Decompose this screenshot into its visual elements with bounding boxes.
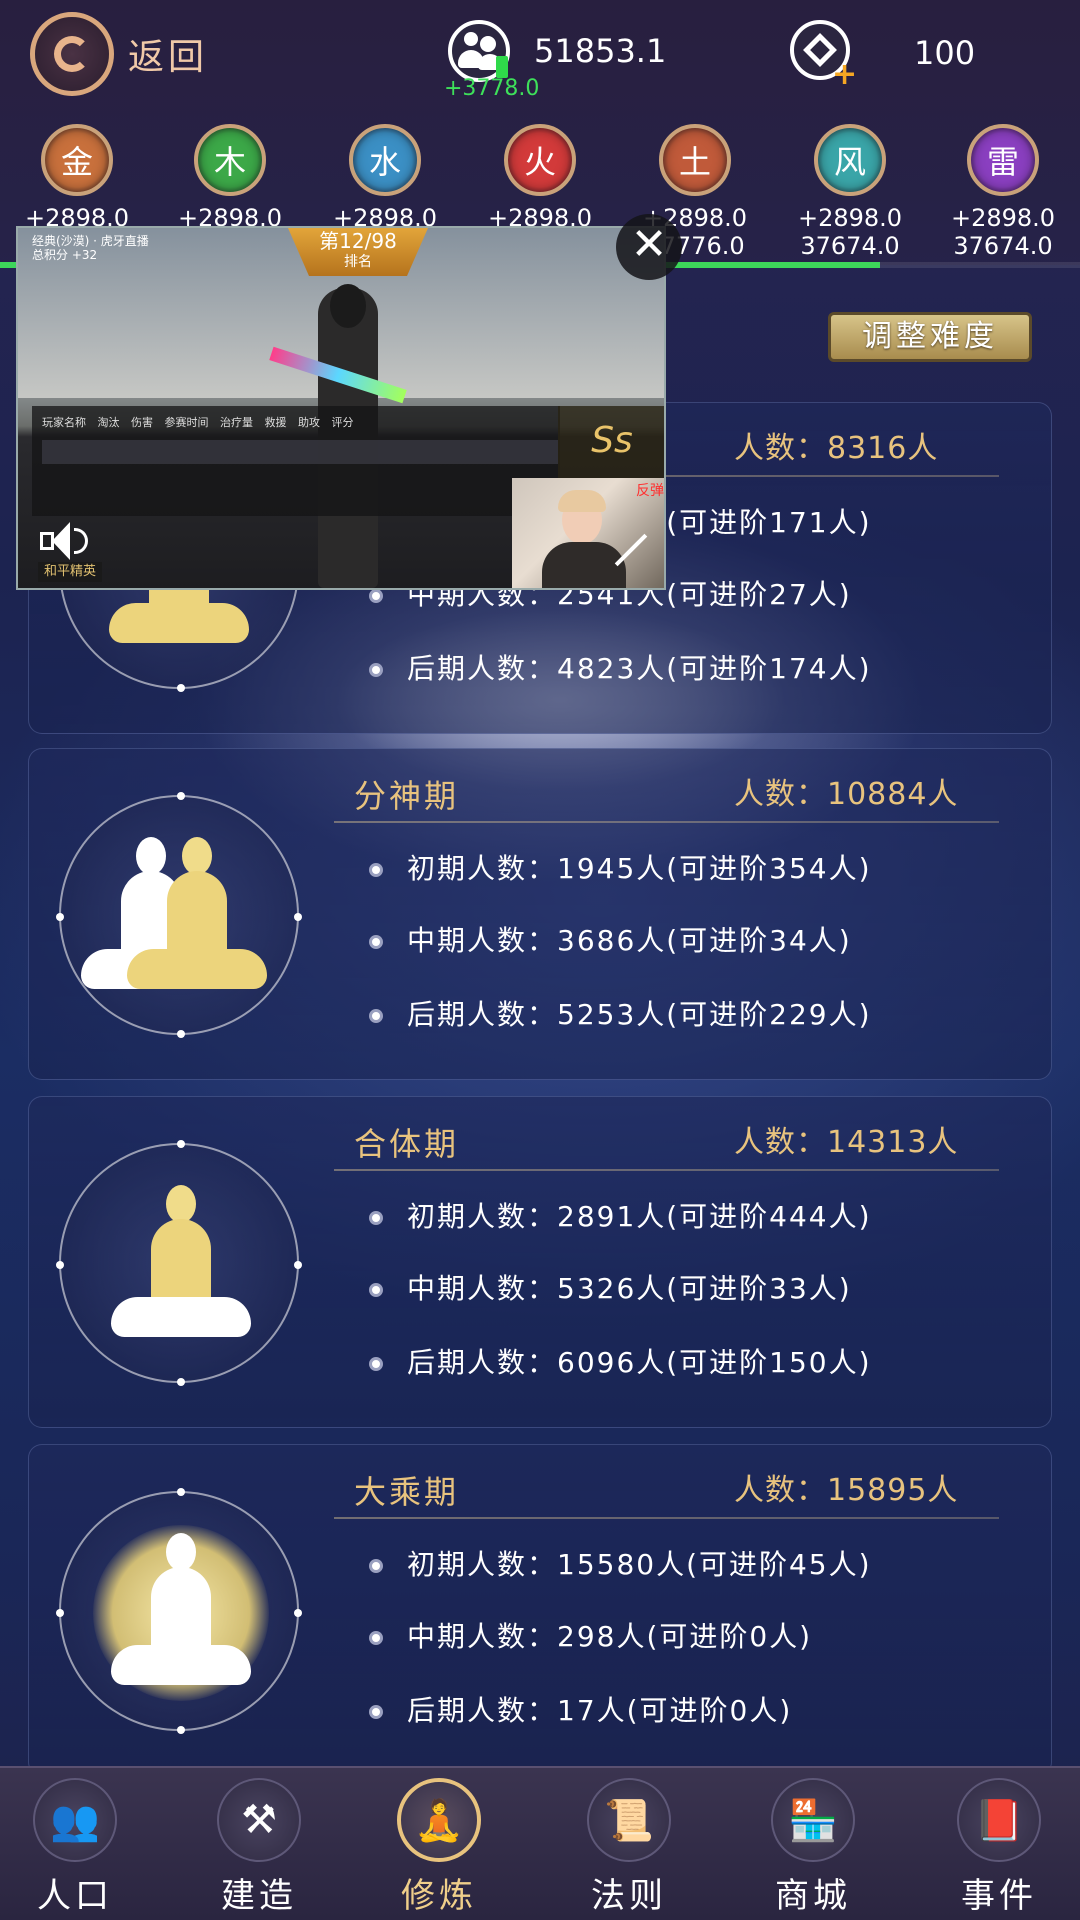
- gem-value: 100: [914, 34, 976, 72]
- gem-add-icon[interactable]: +: [790, 20, 857, 90]
- wood-orb-icon: 木: [194, 124, 266, 196]
- stage-early: 初期人数：1945人(可进阶354人): [369, 847, 872, 887]
- water-orb-icon: 水: [349, 124, 421, 196]
- adjust-difficulty-button[interactable]: 调整难度: [828, 312, 1032, 362]
- video-game-badge: 和平精英: [38, 562, 102, 582]
- back-label[interactable]: 返回: [128, 28, 208, 80]
- element-total: 37674.0: [800, 232, 900, 260]
- scroll-icon: 📜: [587, 1778, 671, 1862]
- wind-orb-icon: 风: [814, 124, 886, 196]
- stage-late: 后期人数：6096人(可进阶150人): [369, 1341, 872, 1381]
- element-wind: 风 +2898.0 37674.0: [775, 124, 925, 260]
- thunder-orb-icon: 雷: [967, 124, 1039, 196]
- stage-late: 后期人数：4823人(可进阶174人): [369, 647, 872, 687]
- stage-mid: 中期人数：3686人(可进阶34人): [369, 919, 852, 959]
- floating-video-player[interactable]: 经典(沙漠) · 虎牙直播 总积分 +32 第12/98 排名 玩家名称 淘汰 …: [16, 226, 666, 590]
- realm-medallion-icon: [56, 1140, 302, 1386]
- realm-name: 大乘期: [354, 1473, 460, 1511]
- stage-mid: 中期人数：298人(可进阶0人): [369, 1615, 812, 1655]
- metal-orb-icon: 金: [41, 124, 113, 196]
- element-total: 37674.0: [953, 232, 1053, 260]
- nav-item-laws[interactable]: 📜 法则: [554, 1778, 704, 1917]
- divider: [334, 821, 999, 823]
- volume-icon[interactable]: [40, 518, 94, 564]
- population-value: 51853.1: [534, 32, 667, 70]
- element-fire: 火 +2898.0: [465, 124, 615, 232]
- nav-item-cultivate[interactable]: 🧘 修炼: [364, 1778, 514, 1917]
- people-icon: 👥: [33, 1778, 117, 1862]
- element-value: +2898.0: [797, 204, 903, 232]
- population-icon: [448, 20, 510, 82]
- shop-icon: 🏪: [771, 1778, 855, 1862]
- realm-card: 合体期 人数：14313人 初期人数：2891人(可进阶444人) 中期人数：5…: [28, 1096, 1052, 1428]
- realm-count: 人数：14313人: [734, 1125, 959, 1160]
- realm-count: 人数：10884人: [734, 777, 959, 812]
- realm-name: 合体期: [354, 1125, 460, 1163]
- nav-item-build[interactable]: ⚒ 建造: [184, 1778, 334, 1917]
- element-value: +2898.0: [950, 204, 1056, 232]
- element-thunder: 雷 +2898.0 37674.0: [928, 124, 1078, 260]
- population-delta: +3778.0: [444, 76, 540, 101]
- divider: [334, 1517, 999, 1519]
- divider: [334, 1169, 999, 1171]
- element-water: 水 +2898.0: [310, 124, 460, 232]
- back-arrow-icon: [54, 36, 90, 72]
- realm-card: 大乘期 人数：15895人 初期人数：15580人(可进阶45人) 中期人数：2…: [28, 1444, 1052, 1776]
- realm-count: 人数：8316人: [734, 431, 939, 466]
- expand-icon[interactable]: [604, 526, 654, 576]
- video-table-header: 玩家名称 淘汰 伤害 参赛时间 治疗量 救援 助攻 评分: [42, 416, 354, 429]
- fire-orb-icon: 火: [504, 124, 576, 196]
- hammer-wrench-icon: ⚒: [217, 1778, 301, 1862]
- earth-orb-icon: 土: [659, 124, 731, 196]
- back-button[interactable]: [30, 12, 114, 96]
- stage-mid: 中期人数：5326人(可进阶33人): [369, 1267, 852, 1307]
- event-book-icon: 📕: [957, 1778, 1041, 1862]
- close-video-button[interactable]: ✕: [616, 214, 682, 280]
- realm-card: 分神期 人数：10884人 初期人数：1945人(可进阶354人) 中期人数：3…: [28, 748, 1052, 1080]
- realm-medallion-icon: [56, 792, 302, 1038]
- video-rank: 第12/98 排名: [288, 228, 428, 276]
- stage-early: 初期人数：15580人(可进阶45人): [369, 1543, 872, 1583]
- nav-item-shop[interactable]: 🏪 商城: [738, 1778, 888, 1917]
- realm-name: 分神期: [354, 777, 460, 815]
- stage-late: 后期人数：5253人(可进阶229人): [369, 993, 872, 1033]
- stage-early: 初期人数：2891人(可进阶444人): [369, 1195, 872, 1235]
- camera-tag: 反弹: [636, 483, 664, 499]
- nav-item-population[interactable]: 👥 人口: [0, 1778, 150, 1917]
- video-watermark: 经典(沙漠) · 虎牙直播 总积分 +32: [32, 234, 149, 262]
- nav-item-events[interactable]: 📕 事件: [924, 1778, 1074, 1917]
- bottom-nav: 👥 人口 ⚒ 建造 🧘 修炼 📜 法则 🏪 商城 📕 事件: [0, 1766, 1080, 1920]
- stage-late: 后期人数：17人(可进阶0人): [369, 1689, 792, 1729]
- realm-medallion-icon: [56, 1488, 302, 1734]
- element-metal: 金 +2898.0: [2, 124, 152, 232]
- realm-count: 人数：15895人: [734, 1473, 959, 1508]
- element-wood: 木 +2898.0: [155, 124, 305, 232]
- meditation-icon: 🧘: [397, 1778, 481, 1862]
